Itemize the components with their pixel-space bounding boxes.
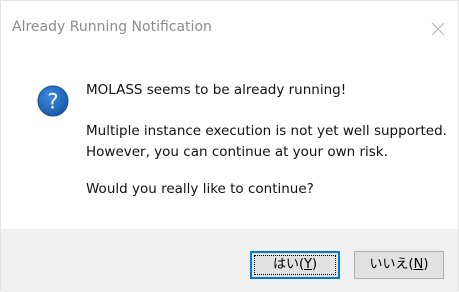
- message-question: Would you really like to continue?: [86, 181, 314, 197]
- yes-button[interactable]: はい(Y): [250, 251, 340, 279]
- close-icon: [431, 22, 445, 36]
- dialog-title: Already Running Notification: [12, 19, 212, 35]
- message-headline: MOLASS seems to be already running!: [86, 82, 347, 98]
- svg-text:?: ?: [47, 90, 58, 114]
- no-button[interactable]: いいえ(N): [354, 251, 444, 279]
- message-detail-line-2: However, you can continue at your own ri…: [86, 144, 388, 160]
- message-area: ? MOLASS seems to be already running! Mu…: [1, 59, 458, 229]
- message-detail-line-1: Multiple instance execution is not yet w…: [86, 123, 447, 139]
- no-button-label: いいえ(N): [369, 257, 429, 272]
- title-bar[interactable]: Already Running Notification: [1, 1, 458, 59]
- question-icon: ?: [37, 85, 69, 117]
- close-button[interactable]: [418, 9, 458, 49]
- button-bar: はい(Y) いいえ(N): [1, 229, 458, 292]
- yes-button-label: はい(Y): [272, 257, 318, 272]
- already-running-dialog: Already Running Notification ? MOLASS se…: [0, 0, 459, 292]
